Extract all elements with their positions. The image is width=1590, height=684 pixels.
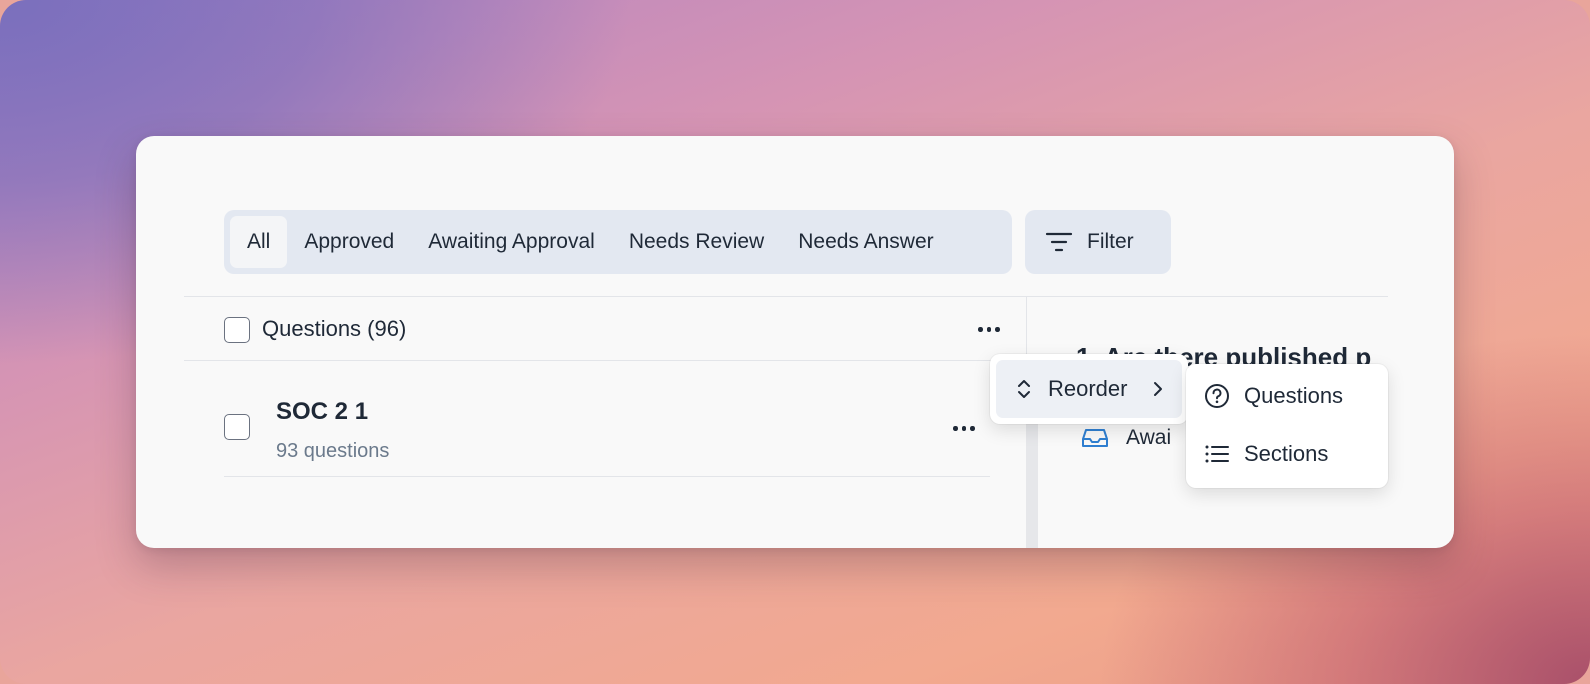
section-checkbox[interactable] bbox=[224, 414, 250, 440]
reorder-menu-item[interactable]: Reorder bbox=[996, 360, 1182, 418]
filter-icon bbox=[1045, 230, 1073, 254]
reorder-submenu: Questions Sections bbox=[1186, 364, 1388, 488]
reorder-label: Reorder bbox=[1048, 376, 1128, 401]
divider bbox=[184, 296, 1388, 297]
divider bbox=[224, 476, 990, 477]
status-tabs: All Approved Awaiting Approval Needs Rev… bbox=[224, 210, 1012, 274]
question-circle-icon bbox=[1204, 383, 1230, 409]
filter-button[interactable]: Filter bbox=[1025, 210, 1171, 274]
reorder-sections-item[interactable]: Sections bbox=[1186, 426, 1388, 482]
questions-more-button[interactable] bbox=[978, 327, 1000, 332]
chevron-up-down-icon bbox=[1014, 378, 1034, 400]
divider bbox=[184, 360, 1026, 361]
inbox-icon bbox=[1082, 427, 1108, 449]
list-icon bbox=[1204, 443, 1230, 465]
context-menu: Reorder bbox=[990, 354, 1188, 424]
filter-label: Filter bbox=[1087, 230, 1134, 253]
tab-approved[interactable]: Approved bbox=[287, 216, 411, 268]
section-question-count: 93 questions bbox=[276, 440, 390, 462]
questionnaire-panel: All Approved Awaiting Approval Needs Rev… bbox=[136, 136, 1454, 548]
tab-needs-review[interactable]: Needs Review bbox=[612, 216, 781, 268]
tab-needs-answer[interactable]: Needs Answer bbox=[781, 216, 950, 268]
reorder-questions-label: Questions bbox=[1244, 383, 1344, 408]
questions-count-label: Questions (96) bbox=[262, 316, 407, 341]
section-title[interactable]: SOC 2 1 bbox=[276, 398, 368, 426]
question-status: Awai bbox=[1082, 426, 1171, 450]
tab-all[interactable]: All bbox=[230, 216, 288, 268]
reorder-sections-label: Sections bbox=[1244, 441, 1329, 466]
section-more-button[interactable] bbox=[953, 426, 975, 431]
select-all-checkbox[interactable] bbox=[224, 317, 250, 343]
reorder-questions-item[interactable]: Questions bbox=[1186, 368, 1388, 424]
tab-awaiting-approval[interactable]: Awaiting Approval bbox=[411, 216, 612, 268]
chevron-right-icon bbox=[1151, 379, 1165, 399]
status-label: Awai bbox=[1126, 426, 1172, 449]
